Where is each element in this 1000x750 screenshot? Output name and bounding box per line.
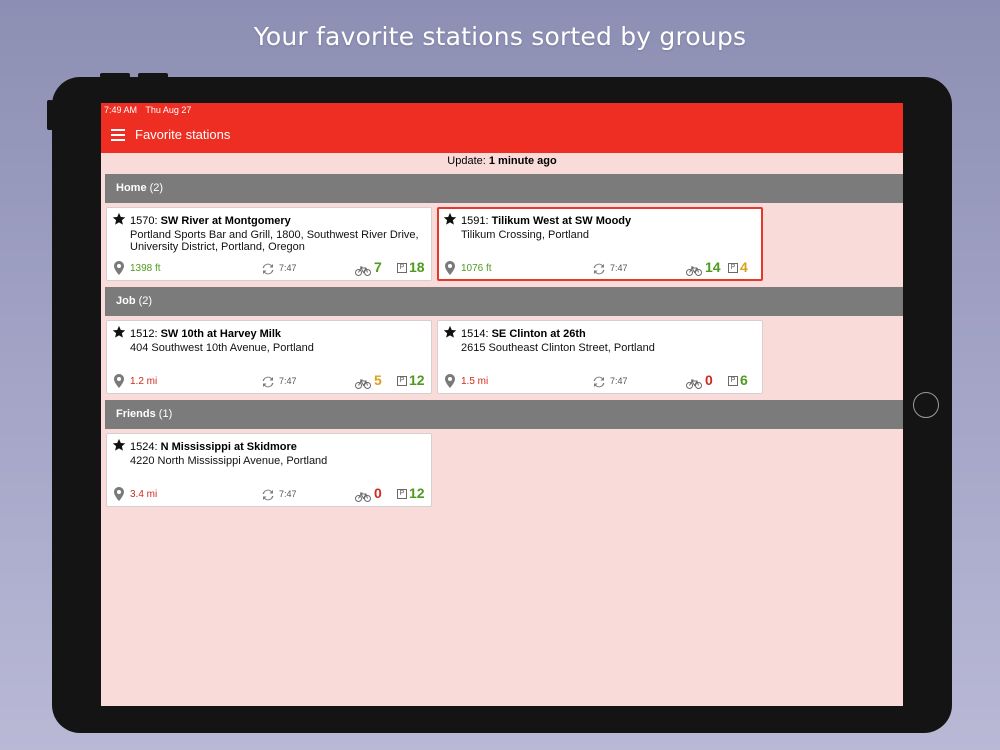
bicycle-icon (355, 489, 371, 502)
station-card[interactable]: 1514: SE Clinton at 26th 2615 Southeast C… (437, 320, 763, 394)
available-docks: 4 (740, 259, 748, 275)
station-title: 1512: SW 10th at Harvey Milk (130, 328, 281, 340)
promo-headline: Your favorite stations sorted by groups (253, 22, 747, 51)
parking-icon: P (728, 376, 738, 386)
group-name: Job (116, 295, 136, 307)
power-button (47, 100, 53, 130)
location-pin-icon (445, 374, 455, 388)
refresh-icon (592, 262, 606, 275)
available-docks: 12 (409, 485, 425, 501)
available-bikes: 0 (374, 485, 382, 501)
update-status: Update: 1 minute ago (101, 155, 903, 167)
group-count: (2) (138, 295, 153, 307)
station-card[interactable]: 1524: N Mississippi at Skidmore 4220 Nort… (106, 433, 432, 507)
refresh-icon (261, 262, 275, 275)
available-bikes: 0 (705, 372, 713, 388)
station-title: 1570: SW River at Montgomery (130, 215, 291, 227)
update-time: 7:47 (279, 263, 297, 273)
volume-up-button (100, 73, 130, 78)
group-count: (2) (149, 182, 164, 194)
status-date: Thu Aug 27 (145, 105, 192, 115)
bicycle-icon (686, 376, 702, 389)
station-name: N Mississippi at Skidmore (160, 441, 297, 453)
group-header-1[interactable]: Job (2) (105, 287, 903, 316)
station-distance: 1398 ft (130, 263, 161, 274)
station-id: 1514: (461, 328, 489, 340)
app-bar: Favorite stations (101, 117, 903, 153)
station-name: SW River at Montgomery (160, 215, 291, 227)
station-address: 4220 North Mississippi Avenue, Portland (130, 455, 328, 467)
station-id: 1570: (130, 215, 158, 227)
station-distance: 3.4 mi (130, 489, 158, 500)
station-distance: 1.2 mi (130, 376, 158, 387)
star-icon[interactable] (112, 212, 126, 226)
app-screen: 7:49 AM Thu Aug 27 Favorite stations Upd… (101, 103, 903, 706)
available-bikes: 14 (705, 259, 721, 275)
station-address: Portland Sports Bar and Grill, 1800, Sou… (130, 229, 419, 253)
update-label: Update: (447, 155, 486, 167)
station-name: Tilikum West at SW Moody (491, 215, 632, 227)
available-bikes: 5 (374, 372, 382, 388)
station-name: SE Clinton at 26th (491, 328, 586, 340)
hamburger-menu-icon[interactable] (111, 129, 125, 141)
parking-icon: P (397, 489, 407, 499)
bicycle-icon (355, 376, 371, 389)
location-pin-icon (114, 487, 124, 501)
station-id: 1512: (130, 328, 158, 340)
bicycle-icon (686, 263, 702, 276)
update-time: 7:47 (610, 376, 628, 386)
home-button[interactable] (913, 392, 939, 418)
parking-icon: P (397, 263, 407, 273)
status-time: 7:49 AM (104, 105, 138, 115)
update-value: 1 minute ago (488, 155, 557, 167)
refresh-icon (592, 375, 606, 388)
location-pin-icon (114, 374, 124, 388)
group-count: (1) (158, 408, 173, 420)
star-icon[interactable] (443, 325, 457, 339)
available-docks: 12 (409, 372, 425, 388)
star-icon[interactable] (112, 438, 126, 452)
status-bar: 7:49 AM Thu Aug 27 (101, 103, 903, 117)
parking-icon: P (397, 376, 407, 386)
station-id: 1591: (461, 215, 489, 227)
group-name: Home (116, 182, 147, 194)
bicycle-icon (355, 263, 371, 276)
station-title: 1524: N Mississippi at Skidmore (130, 441, 297, 453)
station-title: 1514: SE Clinton at 26th (461, 328, 586, 340)
location-pin-icon (445, 261, 455, 275)
refresh-icon (261, 488, 275, 501)
station-card[interactable]: 1591: Tilikum West at SW Moody Tilikum Cr… (437, 207, 763, 281)
station-card[interactable]: 1570: SW River at Montgomery Portland Spo… (106, 207, 432, 281)
location-pin-icon (114, 261, 124, 275)
star-icon[interactable] (443, 212, 457, 226)
update-time: 7:47 (279, 376, 297, 386)
station-title: 1591: Tilikum West at SW Moody (461, 215, 631, 227)
page-title: Favorite stations (135, 127, 231, 142)
available-bikes: 7 (374, 259, 382, 275)
station-address: 404 Southwest 10th Avenue, Portland (130, 342, 314, 354)
group-header-0[interactable]: Home (2) (105, 174, 903, 203)
station-address: 2615 Southeast Clinton Street, Portland (461, 342, 655, 354)
station-id: 1524: (130, 441, 158, 453)
volume-down-button (138, 73, 168, 78)
station-name: SW 10th at Harvey Milk (160, 328, 282, 340)
station-distance: 1.5 mi (461, 376, 489, 387)
group-header-2[interactable]: Friends (1) (105, 400, 903, 429)
group-name: Friends (116, 408, 156, 420)
available-docks: 6 (740, 372, 748, 388)
parking-icon: P (728, 263, 738, 273)
available-docks: 18 (409, 259, 425, 275)
station-address: Tilikum Crossing, Portland (461, 229, 589, 241)
refresh-icon (261, 375, 275, 388)
update-time: 7:47 (279, 489, 297, 499)
update-time: 7:47 (610, 263, 628, 273)
station-card[interactable]: 1512: SW 10th at Harvey Milk 404 Southwes… (106, 320, 432, 394)
station-distance: 1076 ft (461, 263, 492, 274)
star-icon[interactable] (112, 325, 126, 339)
